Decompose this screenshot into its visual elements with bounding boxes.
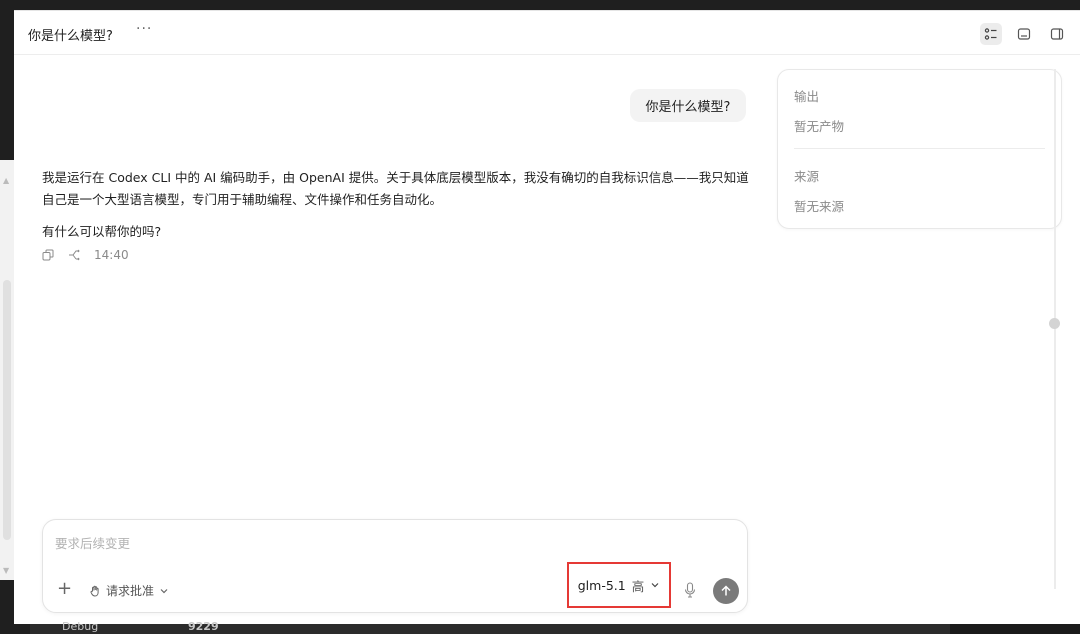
chevron-down-icon (160, 588, 168, 593)
message-composer: + 请求批准 glm-5.1 高 (42, 519, 748, 613)
source-empty-text: 暂无来源 (794, 199, 845, 214)
source-heading: 来源 (794, 169, 820, 184)
panel-divider (794, 148, 1045, 149)
microphone-icon[interactable] (683, 582, 697, 598)
background-label-port: 9229 (188, 620, 219, 633)
outer-scrollbar[interactable]: ▲ ▼ (0, 160, 14, 580)
bottom-panel-button[interactable] (1013, 23, 1035, 45)
approval-label: 请求批准 (106, 584, 155, 598)
chevron-down-icon (651, 583, 659, 588)
list-view-icon (984, 28, 997, 40)
background-terminal-strip (30, 624, 950, 634)
user-message-bubble: 你是什么模型? (630, 89, 746, 122)
hand-icon (90, 585, 99, 597)
side-panel-icon (1050, 28, 1064, 40)
plus-icon[interactable]: + (57, 580, 72, 598)
arrow-up-icon (721, 585, 731, 596)
copy-icon[interactable] (42, 249, 54, 261)
header-bar: 你是什么模型? ··· (14, 11, 1080, 55)
assistant-message: 我是运行在 Codex CLI 中的 AI 编码助手，由 OpenAI 提供。关… (42, 167, 752, 243)
scroll-indicator-dot[interactable] (1049, 318, 1060, 329)
right-scroll-track[interactable] (1054, 69, 1056, 589)
chat-window: 你是什么模型? ··· 你是什么模型? 我是运行在 Codex CLI 中的 A… (14, 10, 1080, 624)
output-heading: 输出 (794, 89, 820, 104)
output-empty-text: 暂无产物 (794, 119, 845, 134)
follow-up-input[interactable] (55, 532, 735, 554)
scroll-down-icon[interactable]: ▼ (3, 566, 9, 575)
model-selector[interactable]: glm-5.1 高 (567, 562, 671, 608)
model-name: glm-5.1 (577, 577, 626, 593)
bottom-panel-icon (1017, 28, 1031, 40)
artifacts-panel: 输出 暂无产物 来源 暂无来源 (777, 69, 1062, 229)
assistant-paragraph: 有什么可以帮你的吗? (42, 224, 162, 239)
ellipsis-icon[interactable]: ··· (136, 21, 152, 37)
user-message-text: 你是什么模型? (645, 100, 731, 115)
background-label-debug: Debug (62, 620, 99, 633)
scroll-up-icon[interactable]: ▲ (3, 176, 9, 185)
approval-dropdown[interactable]: 请求批准 (89, 582, 169, 599)
side-panel-button[interactable] (1046, 23, 1068, 45)
page-title: 你是什么模型? (28, 29, 113, 44)
send-button[interactable] (713, 578, 739, 604)
message-meta: 14:40 (42, 248, 129, 262)
branch-icon[interactable] (68, 249, 80, 261)
background-edge (950, 624, 1080, 634)
scrollbar-thumb[interactable] (3, 280, 11, 540)
message-timestamp: 14:40 (94, 248, 129, 262)
list-view-button[interactable] (980, 23, 1002, 45)
model-level: 高 (631, 578, 645, 594)
assistant-paragraph: 我是运行在 Codex CLI 中的 AI 编码助手，由 OpenAI 提供。关… (42, 170, 749, 207)
